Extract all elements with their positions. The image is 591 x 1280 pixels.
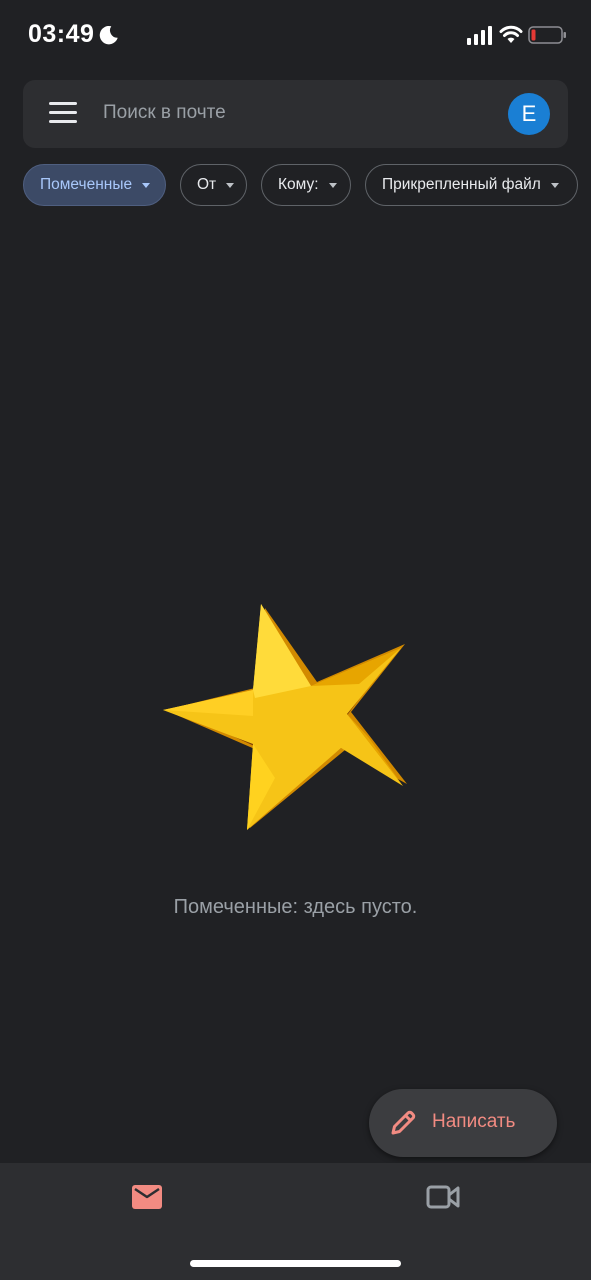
chevron-down-icon — [142, 182, 151, 188]
chevron-down-icon — [328, 182, 337, 188]
tab-meet[interactable] — [414, 1179, 472, 1215]
empty-state-message: Помеченные: здесь пусто. — [173, 896, 418, 918]
mail-icon — [132, 1185, 162, 1209]
search-input[interactable]: Поиск в почте — [103, 102, 226, 124]
battery-icon — [528, 26, 566, 44]
filter-chip-starred[interactable]: Помеченные — [23, 164, 166, 206]
video-icon — [426, 1185, 460, 1209]
chip-label: От — [197, 176, 217, 193]
status-time: 03:49 — [28, 20, 95, 48]
tab-mail[interactable] — [118, 1179, 176, 1215]
chevron-down-icon — [226, 182, 235, 188]
avatar[interactable]: E — [508, 93, 550, 135]
status-bar: 03:49 — [0, 0, 591, 72]
menu-icon[interactable] — [49, 102, 77, 126]
compose-button[interactable]: Написать — [369, 1089, 557, 1157]
chip-label: Прикрепленный файл — [382, 176, 541, 193]
filter-chip-attachment[interactable]: Прикрепленный файл — [365, 164, 578, 206]
filter-chip-from[interactable]: От — [180, 164, 247, 206]
wifi-icon — [499, 25, 523, 43]
compose-label: Написать — [432, 1111, 516, 1132]
chip-label: Помеченные — [40, 176, 133, 193]
chip-label: Кому: — [278, 176, 319, 193]
pencil-icon — [391, 1110, 416, 1135]
moon-icon — [99, 25, 118, 45]
star-illustration — [163, 604, 407, 830]
filter-chip-to[interactable]: Кому: — [261, 164, 351, 206]
home-indicator[interactable] — [190, 1260, 401, 1267]
bottom-nav — [0, 1163, 591, 1280]
signal-icon — [467, 26, 492, 45]
search-bar[interactable]: Поиск в почте E — [23, 80, 568, 148]
chevron-down-icon — [550, 182, 559, 188]
